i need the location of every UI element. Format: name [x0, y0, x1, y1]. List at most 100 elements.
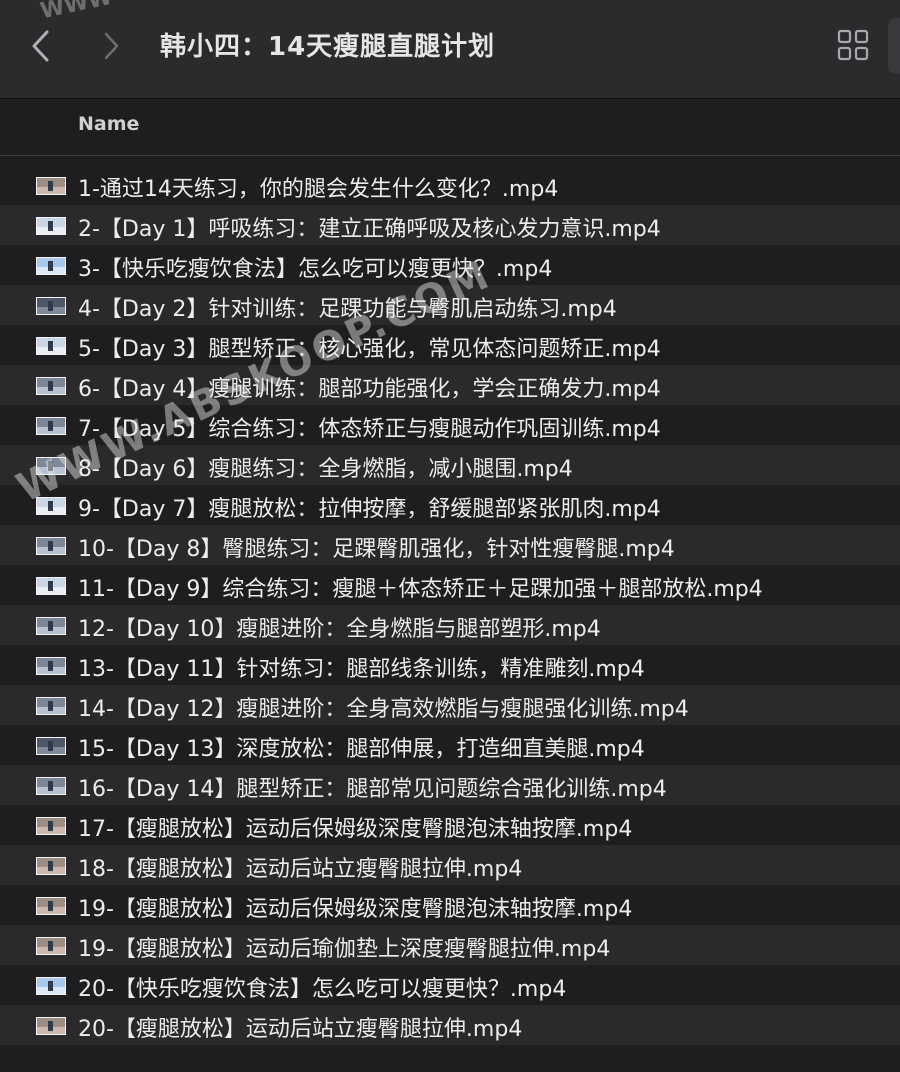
video-thumbnail-icon: [36, 217, 66, 235]
file-name: 17-【瘦腿放松】运动后保姆级深度臀腿泡沫轴按摩.mp4: [78, 817, 633, 842]
file-row[interactable]: 11-【Day 9】综合练习：瘦腿＋体态矫正＋足踝加强＋腿部放松.mp4: [0, 565, 900, 605]
video-thumbnail-icon: [36, 497, 66, 515]
file-row[interactable]: 15-【Day 13】深度放松：腿部伸展，打造细直美腿.mp4: [0, 725, 900, 765]
video-thumbnail-icon: [36, 257, 66, 275]
thumbnail-figure: [48, 221, 53, 231]
back-button[interactable]: [20, 24, 60, 68]
file-row[interactable]: 7-【Day 5】综合练习：体态矫正与瘦腿动作巩固训练.mp4: [0, 405, 900, 445]
video-thumbnail-icon: [36, 337, 66, 355]
video-thumbnail-icon: [36, 737, 66, 755]
file-name: 15-【Day 13】深度放松：腿部伸展，打造细直美腿.mp4: [78, 737, 645, 762]
file-name: 2-【Day 1】呼吸练习：建立正确呼吸及核心发力意识.mp4: [78, 217, 661, 242]
thumbnail-figure: [48, 661, 53, 671]
video-thumbnail-icon: [36, 577, 66, 595]
file-row[interactable]: 8-【Day 6】瘦腿练习：全身燃脂，减小腿围.mp4: [0, 445, 900, 485]
file-row[interactable]: 5-【Day 3】腿型矫正：核心强化，常见体态问题矫正.mp4: [0, 325, 900, 365]
thumbnail-figure: [48, 901, 53, 911]
file-row[interactable]: 13-【Day 11】针对练习：腿部线条训练，精准雕刻.mp4: [0, 645, 900, 685]
file-name: 18-【瘦腿放松】运动后站立瘦臀腿拉伸.mp4: [78, 857, 523, 882]
thumbnail-figure: [48, 541, 53, 551]
file-row[interactable]: 1-通过14天练习，你的腿会发生什么变化？.mp4: [0, 165, 900, 205]
file-row[interactable]: 17-【瘦腿放松】运动后保姆级深度臀腿泡沫轴按摩.mp4: [0, 805, 900, 845]
file-name: 19-【瘦腿放松】运动后瑜伽垫上深度瘦臀腿拉伸.mp4: [78, 937, 611, 962]
thumbnail-figure: [48, 261, 53, 271]
thumbnail-figure: [48, 1021, 53, 1031]
file-name: 6-【Day 4】瘦腿训练：腿部功能强化，学会正确发力.mp4: [78, 377, 661, 402]
file-name: 9-【Day 7】瘦腿放松：拉伸按摩，舒缓腿部紧张肌肉.mp4: [78, 497, 661, 522]
file-name: 16-【Day 14】腿型矫正：腿部常见问题综合强化训练.mp4: [78, 777, 667, 802]
watermark-corner: WWW: [38, 0, 115, 25]
file-row[interactable]: 3-【快乐吃瘦饮食法】怎么吃可以瘦更快？.mp4: [0, 245, 900, 285]
file-name: 14-【Day 12】瘦腿进阶：全身高效燃脂与瘦腿强化训练.mp4: [78, 697, 689, 722]
name-column-header[interactable]: Name: [78, 113, 139, 135]
thumbnail-figure: [48, 421, 53, 431]
toolbar: WWW 韩小四：14天瘦腿直腿计划: [0, 0, 900, 99]
thumbnail-figure: [48, 781, 53, 791]
video-thumbnail-icon: [36, 617, 66, 635]
toolbar-search-edge[interactable]: [888, 18, 900, 74]
video-thumbnail-icon: [36, 177, 66, 195]
video-thumbnail-icon: [36, 857, 66, 875]
thumbnail-figure: [48, 181, 53, 191]
file-row[interactable]: 18-【瘦腿放松】运动后站立瘦臀腿拉伸.mp4: [0, 845, 900, 885]
video-thumbnail-icon: [36, 417, 66, 435]
video-thumbnail-icon: [36, 1017, 66, 1035]
video-thumbnail-icon: [36, 537, 66, 555]
file-row[interactable]: 4-【Day 2】针对训练：足踝功能与臀肌启动练习.mp4: [0, 285, 900, 325]
chevron-left-icon: [32, 30, 49, 62]
file-name: 4-【Day 2】针对训练：足踝功能与臀肌启动练习.mp4: [78, 297, 617, 322]
chevron-right-icon: [104, 32, 119, 60]
file-row[interactable]: 12-【Day 10】瘦腿进阶：全身燃脂与腿部塑形.mp4: [0, 605, 900, 645]
column-header: Name: [0, 99, 900, 156]
video-thumbnail-icon: [36, 457, 66, 475]
file-list: 1-通过14天练习，你的腿会发生什么变化？.mp4 2-【Day 1】呼吸练习：建…: [0, 165, 900, 1045]
file-row[interactable]: 19-【瘦腿放松】运动后保姆级深度臀腿泡沫轴按摩.mp4: [0, 885, 900, 925]
file-row[interactable]: 9-【Day 7】瘦腿放松：拉伸按摩，舒缓腿部紧张肌肉.mp4: [0, 485, 900, 525]
thumbnail-figure: [48, 821, 53, 831]
file-row[interactable]: 19-【瘦腿放松】运动后瑜伽垫上深度瘦臀腿拉伸.mp4: [0, 925, 900, 965]
file-row[interactable]: 20-【瘦腿放松】运动后站立瘦臀腿拉伸.mp4: [0, 1005, 900, 1045]
file-row[interactable]: 6-【Day 4】瘦腿训练：腿部功能强化，学会正确发力.mp4: [0, 365, 900, 405]
forward-button[interactable]: [92, 24, 132, 68]
file-name: 11-【Day 9】综合练习：瘦腿＋体态矫正＋足踝加强＋腿部放松.mp4: [78, 577, 763, 602]
file-row[interactable]: 16-【Day 14】腿型矫正：腿部常见问题综合强化训练.mp4: [0, 765, 900, 805]
thumbnail-figure: [48, 581, 53, 591]
file-name: 13-【Day 11】针对练习：腿部线条训练，精准雕刻.mp4: [78, 657, 645, 682]
file-row[interactable]: 14-【Day 12】瘦腿进阶：全身高效燃脂与瘦腿强化训练.mp4: [0, 685, 900, 725]
thumbnail-figure: [48, 941, 53, 951]
thumbnail-figure: [48, 981, 53, 991]
thumbnail-figure: [48, 341, 53, 351]
file-name: 12-【Day 10】瘦腿进阶：全身燃脂与腿部塑形.mp4: [78, 617, 601, 642]
thumbnail-figure: [48, 381, 53, 391]
file-name: 8-【Day 6】瘦腿练习：全身燃脂，减小腿围.mp4: [78, 457, 573, 482]
video-thumbnail-icon: [36, 377, 66, 395]
finder-window: WWW 韩小四：14天瘦腿直腿计划 Name 1-通过14天练习，你的腿会发生什…: [0, 0, 900, 1072]
video-thumbnail-icon: [36, 977, 66, 995]
window-title: 韩小四：14天瘦腿直腿计划: [160, 32, 496, 62]
video-thumbnail-icon: [36, 777, 66, 795]
video-thumbnail-icon: [36, 297, 66, 315]
video-thumbnail-icon: [36, 897, 66, 915]
video-thumbnail-icon: [36, 657, 66, 675]
thumbnail-figure: [48, 461, 53, 471]
grid-view-button[interactable]: [836, 28, 870, 62]
thumbnail-figure: [48, 861, 53, 871]
file-row[interactable]: 2-【Day 1】呼吸练习：建立正确呼吸及核心发力意识.mp4: [0, 205, 900, 245]
file-name: 20-【快乐吃瘦饮食法】怎么吃可以瘦更快？.mp4: [78, 977, 567, 1002]
thumbnail-figure: [48, 621, 53, 631]
grid-view-icon: [837, 29, 869, 61]
file-name: 19-【瘦腿放松】运动后保姆级深度臀腿泡沫轴按摩.mp4: [78, 897, 633, 922]
file-name: 7-【Day 5】综合练习：体态矫正与瘦腿动作巩固训练.mp4: [78, 417, 661, 442]
video-thumbnail-icon: [36, 937, 66, 955]
file-name: 1-通过14天练习，你的腿会发生什么变化？.mp4: [78, 177, 559, 202]
file-name: 10-【Day 8】臀腿练习：足踝臀肌强化，针对性瘦臀腿.mp4: [78, 537, 675, 562]
thumbnail-figure: [48, 741, 53, 751]
file-row[interactable]: 20-【快乐吃瘦饮食法】怎么吃可以瘦更快？.mp4: [0, 965, 900, 1005]
thumbnail-figure: [48, 301, 53, 311]
thumbnail-figure: [48, 501, 53, 511]
thumbnail-figure: [48, 701, 53, 711]
file-name: 5-【Day 3】腿型矫正：核心强化，常见体态问题矫正.mp4: [78, 337, 661, 362]
file-row[interactable]: 10-【Day 8】臀腿练习：足踝臀肌强化，针对性瘦臀腿.mp4: [0, 525, 900, 565]
video-thumbnail-icon: [36, 817, 66, 835]
file-name: 3-【快乐吃瘦饮食法】怎么吃可以瘦更快？.mp4: [78, 257, 553, 282]
